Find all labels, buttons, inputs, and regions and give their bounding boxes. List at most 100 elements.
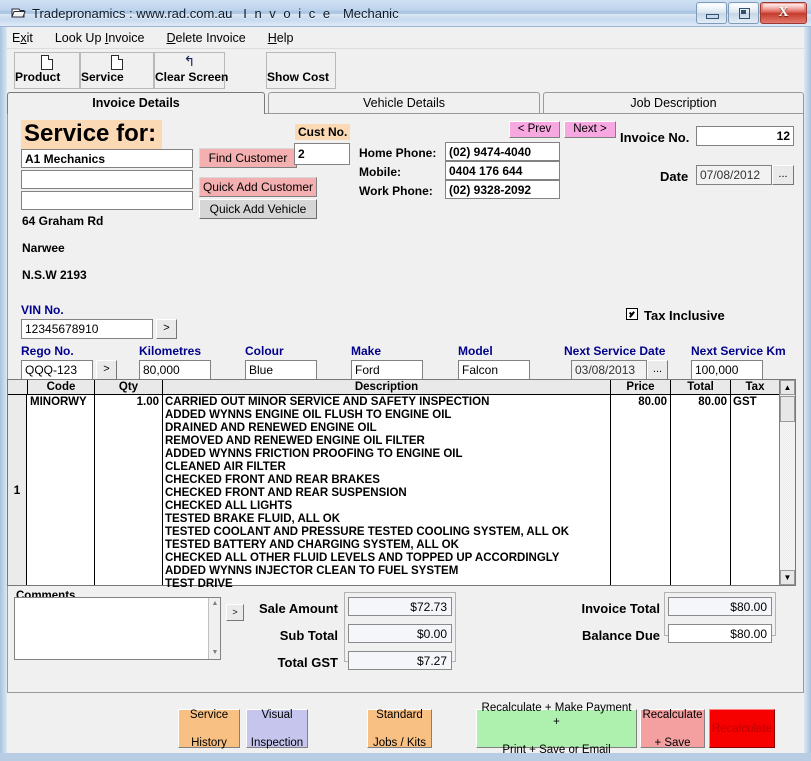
scrollbar-thumb[interactable]: [780, 396, 795, 422]
customer-name-field[interactable]: A1 Mechanics: [21, 149, 193, 168]
service-history-line2: History: [179, 736, 239, 750]
service-history-button[interactable]: Service History: [178, 709, 240, 748]
tax-inclusive-checkbox[interactable]: [626, 308, 638, 320]
rego-no-field[interactable]: QQQ-123: [21, 360, 93, 380]
cust-no-label: Cust No.: [295, 124, 350, 140]
vin-lookup-button[interactable]: >: [156, 319, 177, 339]
menu-help-post: elp: [277, 31, 294, 45]
product-button[interactable]: Product: [14, 52, 80, 89]
invoice-no-field[interactable]: 12: [696, 126, 794, 146]
next-invoice-button[interactable]: Next >: [564, 121, 616, 138]
tab-job-description[interactable]: Job Description: [543, 92, 804, 114]
tab-vehicle-details[interactable]: Vehicle Details: [268, 92, 540, 114]
menu-item-help[interactable]: Help: [266, 30, 296, 46]
mobile-field[interactable]: 0404 176 644: [445, 161, 560, 180]
grid-header-tax[interactable]: Tax: [731, 380, 779, 394]
window-left-edge: [0, 27, 7, 753]
date-field[interactable]: 07/08/2012: [696, 165, 772, 185]
recalculate-button[interactable]: Recalculate: [709, 709, 775, 748]
home-phone-field[interactable]: (02) 9474-4040: [445, 142, 560, 161]
recalc-pay-line1: Recalculate + Make Payment +: [477, 701, 636, 729]
grid-cell-qty[interactable]: 1.00: [96, 396, 159, 409]
service-history-line1: Service: [179, 708, 239, 722]
grid-header-code[interactable]: Code: [28, 380, 95, 394]
kilometres-label: Kilometres: [139, 344, 201, 358]
comments-scrollbar[interactable]: ▲ ▼: [208, 598, 220, 659]
home-phone-label: Home Phone:: [359, 146, 436, 160]
visual-inspection-line2: Inspection: [247, 736, 307, 750]
menu-item-look-up-invoice[interactable]: Look Up Invoice: [53, 30, 147, 46]
recalculate-make-payment-button[interactable]: Recalculate + Make Payment +Print + Save…: [476, 709, 637, 748]
total-gst-value: $7.27: [348, 651, 452, 670]
find-customer-button[interactable]: Find Customer: [199, 148, 297, 168]
scrollbar-track[interactable]: [780, 422, 795, 569]
grid-header-total[interactable]: Total: [671, 380, 731, 394]
service-button[interactable]: Service: [80, 52, 154, 89]
comments-textarea[interactable]: ▲ ▼: [14, 597, 221, 660]
grid-cell-total[interactable]: 80.00: [672, 396, 727, 409]
grid-cell-description[interactable]: CARRIED OUT MINOR SERVICE AND SAFETY INS…: [165, 396, 609, 591]
next-service-date-picker-button[interactable]: ...: [647, 360, 668, 380]
grid-header-price[interactable]: Price: [611, 380, 671, 394]
title-trade: Mechanic: [343, 6, 399, 21]
scroll-up-icon[interactable]: ▲: [780, 380, 795, 395]
tab-vehicle-details-label: Vehicle Details: [363, 96, 445, 110]
recalculate-save-button[interactable]: Recalculate+ Save: [640, 709, 705, 748]
next-service-km-field[interactable]: 100,000: [691, 360, 763, 380]
page-title: Service for:: [21, 120, 162, 149]
close-button[interactable]: X: [760, 2, 807, 24]
tab-invoice-details[interactable]: Invoice Details: [7, 92, 265, 114]
recalculate-label: Recalculate: [710, 722, 774, 736]
undo-arrow-icon: ↰: [155, 53, 224, 70]
date-label: Date: [660, 169, 688, 184]
balance-due-label: Balance Due: [560, 628, 660, 643]
prev-invoice-button[interactable]: < Prev: [509, 121, 560, 138]
make-label: Make: [351, 344, 381, 358]
menu-item-delete-invoice[interactable]: Delete Invoice: [165, 30, 248, 46]
customer-line2-field[interactable]: [21, 170, 193, 189]
next-service-date-field[interactable]: 03/08/2013: [571, 360, 647, 380]
grid-cell-price[interactable]: 80.00: [612, 396, 667, 409]
total-gst-label: Total GST: [240, 655, 338, 670]
tab-strip: Invoice Details Vehicle Details Job Desc…: [0, 92, 811, 114]
quick-add-customer-button[interactable]: Quick Add Customer: [199, 177, 317, 197]
customer-address-line2: Narwee: [22, 241, 65, 255]
grid-cell-code[interactable]: MINORWY: [30, 396, 94, 409]
vin-no-field[interactable]: 12345678910: [21, 319, 153, 339]
line-items-grid: Code Qty Description Price Total Tax 1 M…: [7, 379, 796, 586]
maximize-button[interactable]: [728, 2, 759, 24]
grid-row-number[interactable]: 1: [8, 395, 27, 585]
rego-lookup-button[interactable]: >: [96, 360, 117, 380]
scroll-up-icon[interactable]: ▲: [210, 599, 220, 609]
grid-header-rownum[interactable]: [8, 380, 28, 394]
customer-line3-field[interactable]: [21, 191, 193, 210]
work-phone-field[interactable]: (02) 9328-2092: [445, 180, 560, 199]
date-picker-button[interactable]: ...: [772, 165, 794, 185]
menu-help-key: H: [268, 31, 277, 45]
clear-screen-button[interactable]: ↰ Clear Screen: [154, 52, 225, 89]
grid-cell-tax[interactable]: GST: [733, 396, 775, 409]
quick-add-vehicle-button[interactable]: Quick Add Vehicle: [199, 199, 317, 219]
grid-description-line: REMOVED AND RENEWED ENGINE OIL FILTER: [165, 435, 609, 448]
show-cost-button[interactable]: Show Cost: [266, 52, 336, 89]
minimize-button[interactable]: [696, 2, 727, 24]
model-field[interactable]: Falcon: [458, 360, 530, 380]
scroll-down-icon[interactable]: ▼: [780, 570, 795, 585]
grid-vertical-scrollbar[interactable]: ▲ ▼: [779, 380, 795, 585]
grid-header-qty[interactable]: Qty: [95, 380, 163, 394]
standard-jobs-kits-button[interactable]: StandardJobs / Kits: [367, 709, 432, 748]
menu-item-exit[interactable]: Exit: [10, 30, 35, 46]
grid-description-line: TESTED COOLANT AND PRESSURE TESTED COOLI…: [165, 526, 609, 539]
visual-inspection-line1: Visual: [247, 708, 307, 722]
visual-inspection-button[interactable]: Visual Inspection: [246, 709, 308, 748]
colour-field[interactable]: Blue: [245, 360, 317, 380]
colour-label: Colour: [245, 344, 284, 358]
page-icon: [15, 53, 79, 70]
cust-no-field[interactable]: 2: [294, 143, 350, 165]
grid-column-divider: [94, 395, 95, 585]
make-field[interactable]: Ford: [351, 360, 423, 380]
clear-screen-button-label: Clear Screen: [155, 70, 228, 84]
scroll-down-icon[interactable]: ▼: [210, 648, 220, 658]
grid-header-description[interactable]: Description: [163, 380, 611, 394]
kilometres-field[interactable]: 80,000: [139, 360, 211, 380]
